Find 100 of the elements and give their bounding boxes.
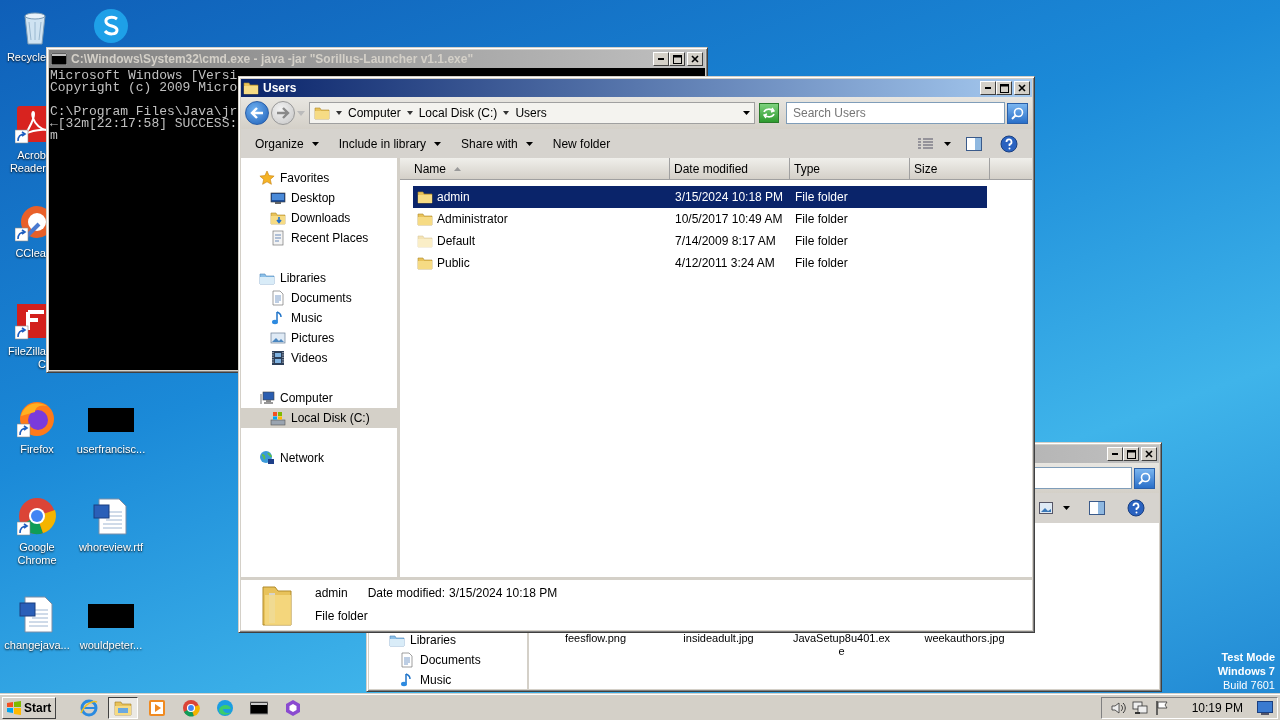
nav-item[interactable]: Desktop	[241, 188, 397, 208]
toolbar-button[interactable]: Include in library	[332, 132, 448, 155]
show-desktop-icon[interactable]	[1257, 700, 1273, 715]
toolbar-button[interactable]: Share with	[455, 132, 539, 155]
nav-item[interactable]: Network	[241, 448, 397, 468]
caret-icon[interactable]	[1063, 506, 1070, 510]
network-icon[interactable]	[1131, 699, 1148, 716]
dropdown-caret-icon[interactable]	[743, 111, 750, 115]
view-options-button[interactable]	[1036, 500, 1073, 516]
close-button[interactable]	[687, 52, 703, 66]
file-name[interactable]: weekauthors.jpg	[924, 632, 1005, 645]
nav-item[interactable]: Pictures	[241, 328, 397, 348]
file-row[interactable]: admin 3/15/2024 10:18 PM File folder	[413, 186, 987, 208]
search-field[interactable]	[1034, 467, 1132, 489]
file-row[interactable]: Administrator 10/5/2017 10:49 AM File folder	[413, 208, 987, 230]
minimize-button[interactable]	[653, 52, 669, 66]
start-button[interactable]: Start	[2, 696, 57, 719]
maximize-icon	[672, 54, 682, 64]
file-name[interactable]: feesflow.png	[564, 632, 627, 645]
speaker-icon[interactable]	[1109, 699, 1126, 716]
column-header[interactable]: Name	[400, 158, 670, 179]
maximize-button[interactable]	[996, 81, 1012, 95]
caret-icon[interactable]	[503, 111, 510, 115]
minimize-button[interactable]	[1107, 447, 1123, 461]
desktop-icon-label[interactable]: Firefox	[1, 443, 73, 456]
refresh-button[interactable]	[759, 103, 779, 123]
date-cell-text: 3/15/2024 10:18 PM	[674, 189, 785, 206]
app-icon[interactable]	[15, 104, 46, 144]
caret-icon[interactable]	[434, 141, 442, 146]
caret-icon[interactable]	[336, 111, 342, 115]
desktop-icon-label[interactable]: CClea	[15, 247, 46, 260]
folder-icon	[314, 105, 330, 121]
caret-icon[interactable]	[944, 141, 951, 146]
desktop-icon-label[interactable]: Recycle	[6, 51, 46, 64]
view-options-button[interactable]	[915, 135, 954, 152]
toolbar-button[interactable]: Organize	[249, 132, 325, 155]
file-name[interactable]: insideadult.jpg	[683, 632, 754, 645]
nav-item[interactable]: Documents	[241, 288, 397, 308]
flag-icon[interactable]	[1153, 699, 1170, 716]
caret-icon[interactable]	[406, 111, 413, 115]
minimize-button[interactable]	[980, 81, 996, 95]
nav-item[interactable]: Favorites	[241, 168, 397, 188]
nav-item[interactable]: Local Disk (C:)	[241, 408, 397, 428]
breadcrumb-link[interactable]: Computer	[348, 104, 401, 122]
shortcut-arrow-icon	[15, 325, 29, 340]
back-button[interactable]	[245, 101, 269, 125]
file-name[interactable]: JavaSetup8u401.exe	[791, 632, 892, 658]
address-bar[interactable]: Computer Local Disk (C:) Users	[309, 102, 755, 124]
column-header[interactable]: Date modified	[670, 158, 790, 179]
toolbar-button[interactable]: New folder	[546, 132, 617, 155]
picture-icon	[270, 330, 286, 346]
window-title: Users	[263, 80, 297, 97]
column-header[interactable]: Type	[790, 158, 910, 179]
pane-icon	[1089, 501, 1105, 515]
chat-bubble-icon[interactable]	[91, 6, 131, 46]
picture-icon	[1039, 502, 1053, 514]
file-row[interactable]: Default 7/14/2009 8:17 AM File folder	[413, 230, 987, 252]
shortcut-arrow-icon	[17, 423, 31, 438]
nav-item[interactable]: Music	[369, 670, 527, 690]
nav-item[interactable]: Documents	[369, 650, 527, 670]
search-icon	[1138, 471, 1151, 485]
search-button[interactable]	[1134, 467, 1155, 489]
close-button[interactable]	[1014, 81, 1030, 95]
nav-item[interactable]: Videos	[241, 348, 397, 368]
taskbar-button[interactable]	[108, 696, 139, 719]
caret-icon[interactable]	[525, 141, 533, 146]
breadcrumb-link[interactable]: Users	[515, 104, 547, 122]
maximize-button[interactable]	[1123, 447, 1139, 461]
item-name: admin	[315, 584, 348, 602]
nav-item[interactable]: Computer	[241, 388, 397, 408]
column-header[interactable]: Size	[910, 158, 990, 179]
close-button[interactable]	[1141, 447, 1157, 461]
shortcut-arrow-icon	[17, 521, 31, 536]
computer-icon	[259, 390, 275, 406]
folder-icon	[261, 583, 293, 627]
nav-item[interactable]: Recent Places	[241, 228, 397, 248]
browser-icon	[182, 698, 201, 717]
arrow-left-icon	[250, 107, 264, 119]
search-field[interactable]: Search Users	[786, 102, 1005, 124]
desktop-icon-label[interactable]: Acrob Reader	[2, 149, 46, 175]
console-line: m	[50, 130, 58, 142]
console-line: Copyright (c) 2009 Micro	[50, 82, 238, 94]
console-line: ←[32m[22:17:58] SUCCESS:	[50, 118, 238, 130]
nav-item[interactable]: Music	[241, 308, 397, 328]
caret-icon[interactable]	[311, 141, 319, 146]
minimize-icon	[1112, 453, 1118, 455]
nav-item[interactable]: Downloads	[241, 208, 397, 228]
film-icon	[270, 350, 286, 366]
type-cell-text: File folder	[794, 211, 849, 228]
forward-button[interactable]	[271, 101, 295, 125]
desktop-icon-label[interactable]: userfrancisc...	[75, 443, 147, 456]
nav-item[interactable]: Libraries	[369, 630, 527, 650]
maximize-icon	[1126, 449, 1136, 459]
desktop-icon-label[interactable]: FileZilla C	[2, 345, 46, 371]
nav-item[interactable]: Libraries	[241, 268, 397, 288]
breadcrumb-link[interactable]: Local Disk (C:)	[418, 104, 498, 122]
browser-icon[interactable]	[17, 496, 57, 536]
file-row[interactable]: Public 4/12/2011 3:24 AM File folder	[413, 252, 987, 274]
search-button[interactable]	[1007, 102, 1028, 124]
maximize-button[interactable]	[669, 52, 685, 66]
